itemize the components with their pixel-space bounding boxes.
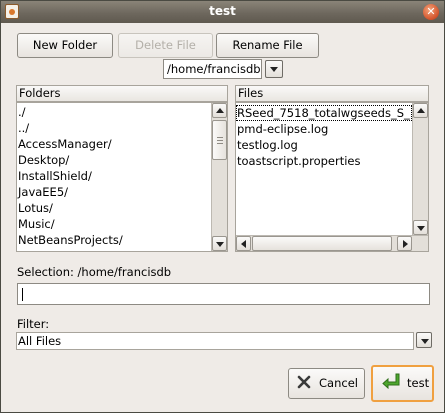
folders-header-label: Folders xyxy=(19,86,61,100)
scroll-up-arrow-icon[interactable] xyxy=(212,103,227,118)
scroll-up-arrow-icon[interactable] xyxy=(413,103,428,118)
green-enter-arrow-icon xyxy=(382,373,400,389)
path-combo-dropdown-icon[interactable] xyxy=(265,60,283,78)
folder-item[interactable]: ../ xyxy=(17,120,227,136)
selection-label: Selection: /home/francisdb xyxy=(17,265,172,279)
ok-button[interactable]: test xyxy=(371,365,434,402)
window-title: test xyxy=(209,4,236,18)
folder-item[interactable]: JavaEE5/ xyxy=(17,184,227,200)
files-header-label: Files xyxy=(238,86,264,100)
path-combo[interactable]: /home/francisdb xyxy=(163,59,262,79)
file-item[interactable]: testlog.log xyxy=(236,137,428,153)
text-caret xyxy=(22,288,23,301)
files-horizontal-scrollbar[interactable] xyxy=(236,235,428,251)
folders-list[interactable]: ./ ../ AccessManager/ Desktop/ InstallSh… xyxy=(16,102,228,252)
title-bar[interactable]: test ✕ xyxy=(1,1,444,23)
filter-dropdown-icon[interactable] xyxy=(416,332,432,348)
rename-file-button[interactable]: Rename File xyxy=(216,33,319,58)
ok-label: test xyxy=(407,376,430,390)
file-item[interactable]: toastscript.properties xyxy=(236,153,428,169)
folders-header: Folders xyxy=(16,85,228,102)
folder-item[interactable]: Music/ xyxy=(17,216,227,232)
files-horizontal-scroll-thumb[interactable] xyxy=(252,236,392,251)
files-vertical-scrollbar[interactable] xyxy=(412,103,428,235)
scroll-left-arrow-icon[interactable] xyxy=(236,236,251,251)
folder-item[interactable]: AccessManager/ xyxy=(17,136,227,152)
new-folder-button[interactable]: New Folder xyxy=(17,33,113,58)
folder-item[interactable]: NetBeansProjects/ xyxy=(17,232,227,248)
scroll-down-arrow-icon[interactable] xyxy=(212,236,227,251)
delete-file-label: Delete File xyxy=(135,38,196,52)
folder-item[interactable]: Lotus/ xyxy=(17,200,227,216)
folders-scroll-thumb[interactable] xyxy=(212,120,227,160)
filter-combo-value: All Files xyxy=(18,334,62,348)
file-item[interactable]: pmd-eclipse.log xyxy=(236,121,428,137)
rename-file-label: Rename File xyxy=(232,38,303,52)
files-header: Files xyxy=(235,85,429,102)
file-item[interactable]: RSeed_7518_totalwgseeds_S_ xyxy=(236,105,412,121)
filter-label: Filter: xyxy=(17,317,50,331)
cancel-label: Cancel xyxy=(319,376,358,390)
folder-item[interactable]: Desktop/ xyxy=(17,152,227,168)
cancel-button[interactable]: Cancel xyxy=(288,368,365,399)
folder-item[interactable]: InstallShield/ xyxy=(17,168,227,184)
filter-combo[interactable]: All Files xyxy=(16,332,414,350)
folders-vertical-scrollbar[interactable] xyxy=(211,103,227,251)
delete-file-button[interactable]: Delete File xyxy=(118,33,213,58)
folder-item[interactable]: ./ xyxy=(17,104,227,120)
new-folder-label: New Folder xyxy=(32,38,98,52)
file-chooser-dialog: test ✕ New Folder Delete File Rename Fil… xyxy=(0,0,445,413)
close-icon[interactable]: ✕ xyxy=(423,4,439,20)
scroll-right-arrow-icon[interactable] xyxy=(397,236,412,251)
path-combo-value: /home/francisdb xyxy=(167,62,261,76)
scroll-down-arrow-icon[interactable] xyxy=(413,220,428,235)
cancel-x-icon xyxy=(297,375,311,389)
files-list[interactable]: RSeed_7518_totalwgseeds_S_ pmd-eclipse.l… xyxy=(235,102,429,252)
selection-input[interactable] xyxy=(17,283,430,305)
